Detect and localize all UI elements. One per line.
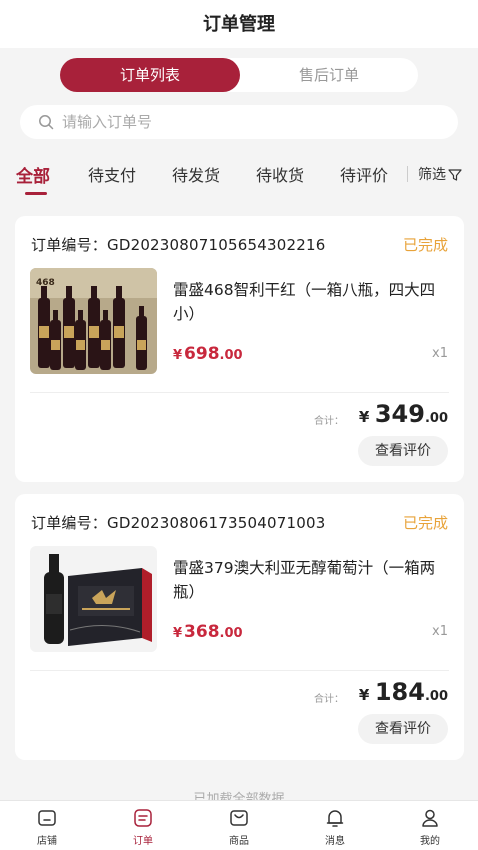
tab-pending-receipt[interactable]: 待收货 bbox=[256, 162, 304, 186]
bag-icon bbox=[230, 810, 248, 826]
filter-icon bbox=[448, 169, 462, 181]
search-icon bbox=[39, 115, 54, 130]
view-review-button[interactable]: 查看评价 bbox=[358, 714, 448, 744]
order-status: 已完成 bbox=[402, 236, 448, 254]
order-card[interactable]: 订单编号：GD20230807105654302216 已完成 468 雷盛46… bbox=[15, 216, 464, 482]
nav-label: 我的 bbox=[420, 836, 440, 847]
nav-item-store[interactable]: 店铺 bbox=[17, 801, 77, 850]
bell-icon bbox=[326, 810, 344, 827]
nav-item-orders[interactable]: 订单 bbox=[113, 801, 173, 850]
order-status: 已完成 bbox=[402, 514, 448, 532]
tab-pending-payment[interactable]: 待支付 bbox=[88, 162, 136, 186]
product-quantity: x1 bbox=[432, 346, 448, 361]
product-name[interactable]: 雷盛379澳大利亚无醇葡萄汁（一箱两瓶） bbox=[173, 556, 451, 604]
store-icon bbox=[38, 810, 56, 826]
product-quantity: x1 bbox=[432, 624, 448, 639]
status-tabs: 全部 待支付 待发货 待收货 待评价 筛选 bbox=[0, 152, 478, 198]
filter-button[interactable]: 筛选 bbox=[418, 164, 462, 184]
user-icon bbox=[422, 809, 438, 827]
product-image[interactable] bbox=[30, 546, 157, 652]
tab-all[interactable]: 全部 bbox=[16, 162, 50, 187]
tab-pending-shipment[interactable]: 待发货 bbox=[172, 162, 220, 186]
view-review-button[interactable]: 查看评价 bbox=[358, 436, 448, 466]
filter-label: 筛选 bbox=[418, 167, 446, 183]
bottom-nav: 店铺 订单 商品 消息 我的 bbox=[0, 800, 478, 850]
order-icon bbox=[134, 809, 152, 827]
nav-item-messages[interactable]: 消息 bbox=[305, 801, 365, 850]
nav-label: 商品 bbox=[229, 836, 249, 847]
tab-after-sale-orders[interactable]: 售后订单 bbox=[240, 58, 418, 92]
product-price: ¥698.00 bbox=[173, 344, 243, 364]
product-image[interactable]: 468 bbox=[30, 268, 157, 374]
page-title: 订单管理 bbox=[0, 0, 478, 48]
product-price: ¥368.00 bbox=[173, 622, 243, 642]
nav-item-profile[interactable]: 我的 bbox=[400, 801, 460, 850]
order-number: 订单编号：GD20230807105654302216 bbox=[31, 236, 326, 254]
tab-pending-review[interactable]: 待评价 bbox=[340, 162, 388, 186]
search-input[interactable]: 请输入订单号 bbox=[20, 105, 458, 139]
order-total: ¥ 184.00 bbox=[358, 678, 448, 706]
nav-label: 店铺 bbox=[37, 836, 57, 847]
active-tab-indicator bbox=[25, 192, 47, 195]
divider bbox=[30, 670, 449, 671]
divider bbox=[30, 392, 449, 393]
tab-divider bbox=[407, 166, 408, 182]
order-number: 订单编号：GD20230806173504071003 bbox=[31, 514, 326, 532]
order-total: ¥ 349.00 bbox=[358, 400, 448, 428]
nav-label: 消息 bbox=[325, 836, 345, 847]
total-label: 合计： bbox=[314, 694, 344, 705]
product-name[interactable]: 雷盛468智利干红（一箱八瓶，四大四小） bbox=[173, 278, 451, 326]
search-placeholder: 请输入订单号 bbox=[62, 113, 153, 131]
order-type-switch: 订单列表 售后订单 bbox=[60, 58, 418, 92]
total-label: 合计： bbox=[314, 416, 344, 427]
tab-order-list[interactable]: 订单列表 bbox=[60, 58, 240, 92]
nav-item-products[interactable]: 商品 bbox=[209, 801, 269, 850]
order-card[interactable]: 订单编号：GD20230806173504071003 已完成 雷盛379澳大利… bbox=[15, 494, 464, 760]
nav-label: 订单 bbox=[133, 836, 153, 847]
